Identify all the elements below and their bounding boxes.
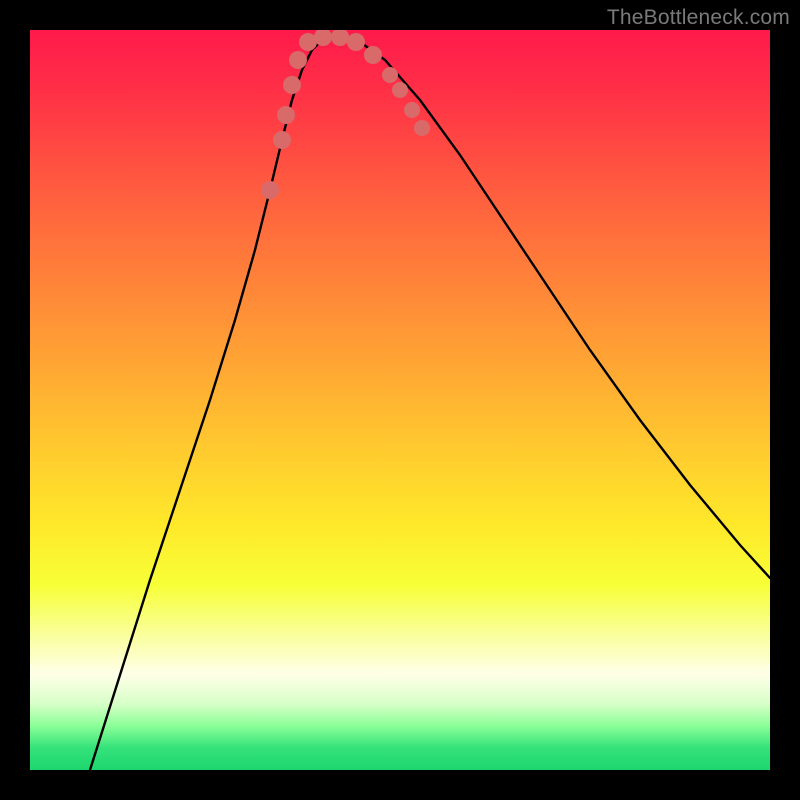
highlight-marker [414,120,430,136]
highlight-marker [404,102,420,118]
highlight-marker-group [261,30,430,199]
highlight-marker [331,30,349,46]
highlight-marker [283,76,301,94]
bottleneck-curve [90,36,770,770]
plot-area [30,30,770,770]
highlight-marker [261,181,279,199]
chart-frame: TheBottleneck.com [0,0,800,800]
highlight-marker [392,82,408,98]
highlight-marker [277,106,295,124]
highlight-marker [382,67,398,83]
highlight-marker [347,33,365,51]
highlight-marker [273,131,291,149]
highlight-marker [289,51,307,69]
highlight-marker [364,46,382,64]
watermark-text: TheBottleneck.com [607,6,790,30]
chart-svg [30,30,770,770]
